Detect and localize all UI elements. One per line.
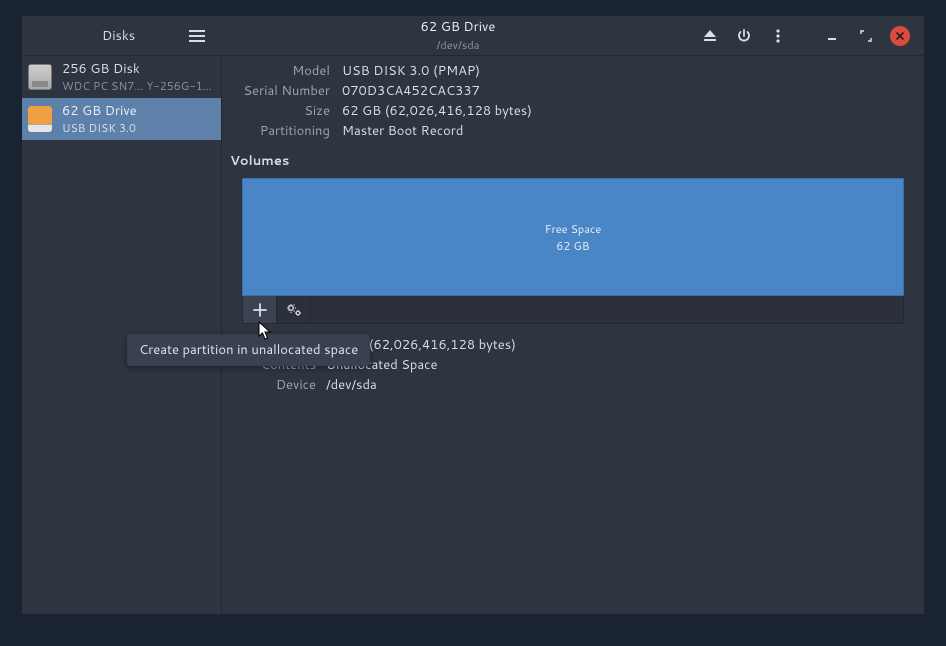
disk-sub: WDC PC SN7... Y-256G-1001 [62,78,215,94]
power-icon [737,29,751,43]
close-window-button[interactable] [884,21,916,51]
minimize-icon [827,31,837,41]
volume-details: Size 62 GB (62,026,416,128 bytes) Conten… [230,336,916,394]
minimize-window-button[interactable] [816,21,848,51]
partition-size: 62 GB [556,238,589,254]
app-title: Disks [32,27,135,45]
ssd-icon [26,63,54,91]
eject-icon [703,29,717,43]
sidebar: 256 GB Disk WDC PC SN7... Y-256G-1001 62… [22,56,222,614]
vol-size-label: Size [230,336,316,354]
maximize-icon [860,30,872,42]
create-partition-button[interactable] [243,296,277,323]
vol-contents-value: Unallocated Space [326,356,916,374]
vol-device-label: Device [230,376,316,394]
partition-name: Free Space [545,221,602,237]
header-right [694,21,924,51]
serial-label: Serial Number [230,82,330,100]
disk-sub: USB DISK 3.0 [62,120,215,136]
drive-info: Model USB DISK 3.0 (PMAP) Serial Number … [230,62,916,140]
hamburger-icon [189,30,205,42]
volume-settings-button[interactable] [277,296,311,323]
drive-menu-button[interactable] [762,21,794,51]
header-center: 62 GB Drive /dev/sda [222,18,694,53]
disk-name: 256 GB Disk [62,60,215,78]
partitioning-value: Master Boot Record [342,122,916,140]
volumes-heading: Volumes [230,152,916,170]
kebab-icon [776,29,780,43]
partitioning-label: Partitioning [230,122,330,140]
window-body: 256 GB Disk WDC PC SN7... Y-256G-1001 62… [22,56,924,614]
model-label: Model [230,62,330,80]
eject-button[interactable] [694,21,726,51]
power-button[interactable] [728,21,760,51]
volumes-visualizer: Free Space 62 GB [242,178,904,324]
maximize-window-button[interactable] [850,21,882,51]
partition-free-space[interactable]: Free Space 62 GB [242,178,904,296]
vol-contents-label: Contents [230,356,316,374]
volume-toolbar [242,296,904,324]
hamburger-menu-button[interactable] [182,21,212,51]
size-value: 62 GB (62,026,416,128 bytes) [342,102,916,120]
vol-size-value: 62 GB (62,026,416,128 bytes) [326,336,916,354]
drive-path: /dev/sda [436,37,479,53]
disk-name: 62 GB Drive [62,102,215,120]
close-icon [890,26,910,46]
headerbar: Disks 62 GB Drive /dev/sda [22,16,924,56]
vol-device-value: /dev/sda [326,376,916,394]
drive-title: 62 GB Drive [421,18,496,36]
plus-icon [253,303,267,317]
main-panel: Model USB DISK 3.0 (PMAP) Serial Number … [222,56,924,614]
size-label: Size [230,102,330,120]
disks-window: Disks 62 GB Drive /dev/sda [22,16,924,614]
sidebar-item-disk-0[interactable]: 256 GB Disk WDC PC SN7... Y-256G-1001 [22,56,221,98]
header-left: Disks [22,16,222,55]
serial-value: 070D3CA452CAC337 [342,82,916,100]
usb-drive-icon [26,105,54,133]
sidebar-item-disk-1[interactable]: 62 GB Drive USB DISK 3.0 [22,98,221,140]
gears-icon [286,303,302,317]
model-value: USB DISK 3.0 (PMAP) [342,62,916,80]
